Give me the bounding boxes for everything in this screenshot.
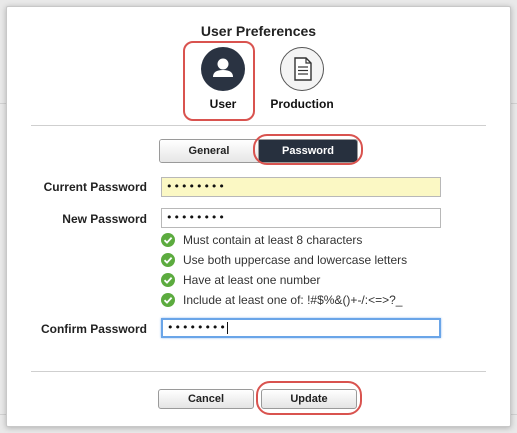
password-rule: Have at least one number xyxy=(161,272,320,288)
document-icon xyxy=(280,47,324,91)
check-icon xyxy=(161,233,175,247)
password-rule: Must contain at least 8 characters xyxy=(161,232,362,248)
check-icon xyxy=(161,273,175,287)
password-rule-text: Have at least one number xyxy=(183,273,321,287)
password-rule: Use both uppercase and lowercase letters xyxy=(161,252,407,268)
user-preferences-dialog: User Preferences User Production General… xyxy=(6,6,511,427)
role-tab-label: Production xyxy=(270,97,334,111)
dialog-title: User Preferences xyxy=(200,23,317,39)
annotation-highlight-user xyxy=(183,41,255,121)
current-password-field[interactable]: •••••••• xyxy=(161,177,441,197)
check-icon xyxy=(161,293,175,307)
check-icon xyxy=(161,253,175,267)
confirm-password-value: •••••••• xyxy=(167,321,227,334)
password-rule-text: Use both uppercase and lowercase letters xyxy=(183,253,408,267)
confirm-password-label: Confirm Password xyxy=(40,322,147,336)
cancel-button[interactable]: Cancel xyxy=(158,389,254,409)
text-caret xyxy=(226,322,228,334)
confirm-password-field[interactable]: •••••••• xyxy=(161,318,441,338)
password-rule: Include at least one of: !#$%&()+-/:<=>?… xyxy=(161,292,402,308)
password-rule-text: Include at least one of: !#$%&()+-/:<=>?… xyxy=(183,293,403,307)
section-divider xyxy=(31,125,486,126)
new-password-field[interactable]: •••••••• xyxy=(161,208,441,228)
section-divider xyxy=(31,371,486,372)
current-password-label: Current Password xyxy=(43,180,147,194)
tab-general[interactable]: General xyxy=(160,140,259,162)
role-tab-production[interactable]: Production xyxy=(262,47,342,111)
new-password-label: New Password xyxy=(62,212,147,226)
annotation-highlight-password xyxy=(253,134,363,165)
annotation-highlight-update xyxy=(256,381,362,415)
password-rule-text: Must contain at least 8 characters xyxy=(183,233,363,247)
